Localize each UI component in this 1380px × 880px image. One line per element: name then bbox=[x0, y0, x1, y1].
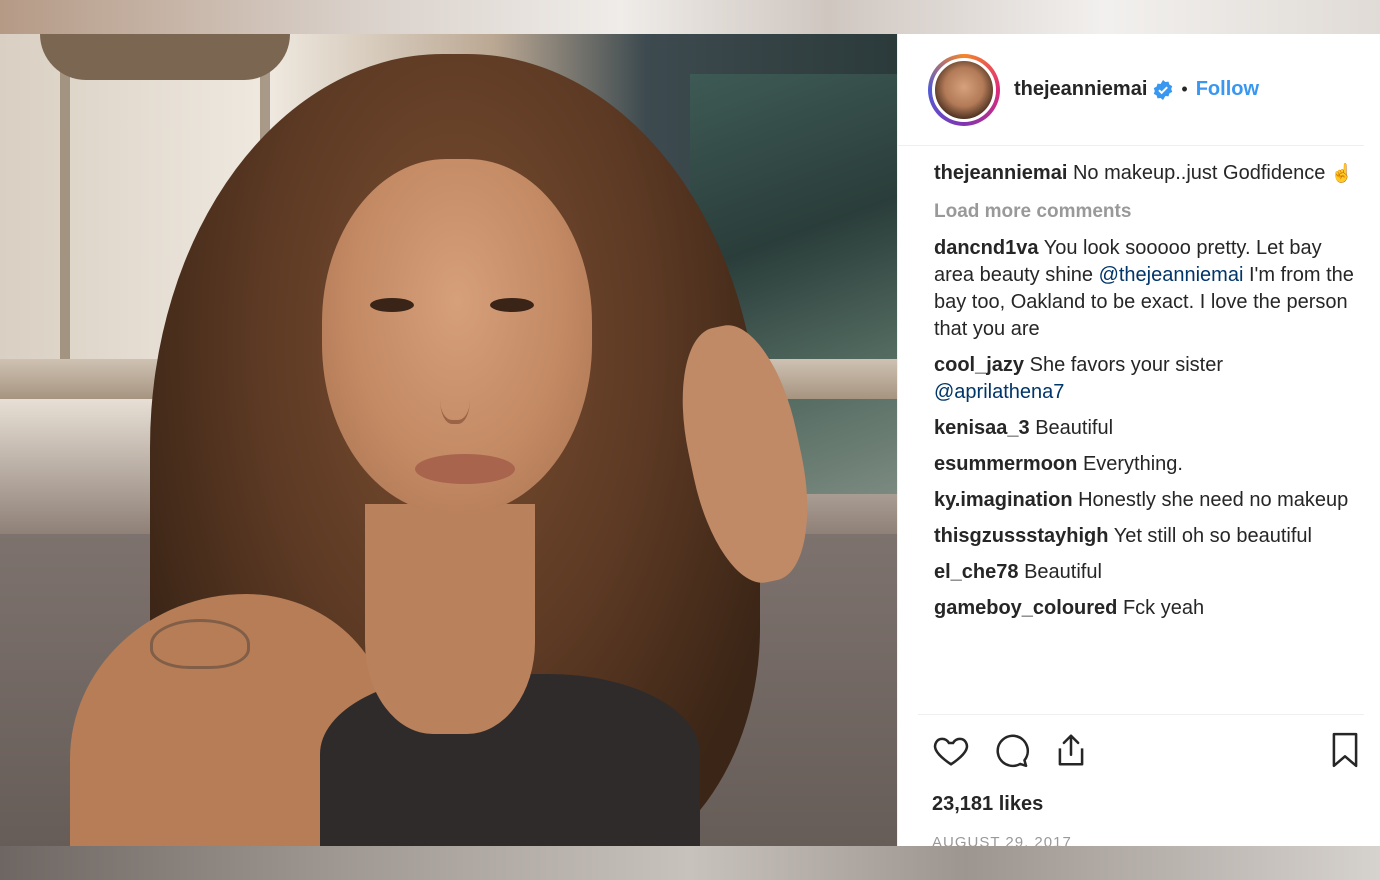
comment-username[interactable]: el_che78 bbox=[934, 561, 1019, 583]
caption-text: No makeup..just Godfidence bbox=[1072, 162, 1326, 184]
caption-username[interactable]: thejeanniemai bbox=[934, 162, 1067, 184]
bookmark-icon[interactable] bbox=[1326, 731, 1364, 769]
comment-username[interactable]: thisgzussstayhigh bbox=[934, 525, 1108, 547]
comment-username[interactable]: gameboy_coloured bbox=[934, 597, 1117, 619]
post-header: thejeanniemai • Follow bbox=[898, 34, 1364, 146]
comment-item: dancnd1va You look sooooo pretty. Let ba… bbox=[934, 235, 1354, 343]
caption: thejeanniemai No makeup..just Godfidence… bbox=[934, 160, 1354, 187]
action-icons-row bbox=[918, 715, 1364, 769]
likes-count[interactable]: 23,181 likes bbox=[932, 793, 1364, 816]
comment-username[interactable]: esummermoon bbox=[934, 453, 1077, 475]
comment-item: thisgzussstayhigh Yet still oh so beauti… bbox=[934, 523, 1354, 550]
comment-mention[interactable]: @thejeanniemai bbox=[1099, 264, 1244, 286]
comment-item: gameboy_coloured Fck yeah bbox=[934, 595, 1354, 622]
avatar[interactable] bbox=[928, 53, 1000, 126]
comment-item: cool_jazy She favors your sister @aprila… bbox=[934, 352, 1354, 406]
heart-icon[interactable] bbox=[932, 731, 970, 769]
avatar-image bbox=[932, 57, 996, 122]
comment-username[interactable]: dancnd1va bbox=[934, 237, 1038, 259]
comment-username[interactable]: cool_jazy bbox=[934, 354, 1024, 376]
post-side-panel: thejeanniemai • Follow thejeanniemai No … bbox=[897, 34, 1380, 851]
comment-mention[interactable]: @aprilathena7 bbox=[934, 381, 1064, 403]
blurred-background-bottom bbox=[0, 846, 1380, 880]
comment-text: Yet still oh so beautiful bbox=[1113, 525, 1312, 547]
follow-button[interactable]: Follow bbox=[1196, 78, 1259, 101]
post-photo[interactable] bbox=[0, 34, 897, 846]
separator-dot: • bbox=[1181, 79, 1188, 99]
comment-icon[interactable] bbox=[992, 731, 1030, 769]
comment-item: ky.imagination Honestly she need no make… bbox=[934, 487, 1354, 514]
comments-list[interactable]: thejeanniemai No makeup..just Godfidence… bbox=[934, 160, 1354, 714]
instagram-post: thejeanniemai • Follow thejeanniemai No … bbox=[0, 34, 1380, 851]
comment-text: Beautiful bbox=[1024, 561, 1102, 583]
verified-icon bbox=[1154, 79, 1173, 100]
pointing-up-emoji: ☝️ bbox=[1330, 163, 1354, 183]
comment-item: el_che78 Beautiful bbox=[934, 559, 1354, 586]
comment-username[interactable]: ky.imagination bbox=[934, 489, 1073, 511]
header-username[interactable]: thejeanniemai bbox=[1014, 78, 1147, 101]
post-actions: 23,181 likes AUGUST 29, 2017 bbox=[918, 714, 1364, 851]
comment-text: She favors your sister bbox=[1029, 354, 1224, 376]
comment-text: Everything. bbox=[1082, 453, 1183, 475]
comment-item: esummermoon Everything. bbox=[934, 451, 1354, 478]
comment-text: Fck yeah bbox=[1122, 597, 1205, 619]
comment-text: Beautiful bbox=[1035, 417, 1114, 439]
comment-username[interactable]: kenisaa_3 bbox=[934, 417, 1030, 439]
load-more-comments-button[interactable]: Load more comments bbox=[934, 201, 1354, 223]
share-icon[interactable] bbox=[1052, 731, 1090, 769]
comment-text: Honestly she need no makeup bbox=[1078, 489, 1349, 511]
blurred-background-top bbox=[0, 0, 1380, 34]
comment-item: kenisaa_3 Beautiful bbox=[934, 415, 1354, 442]
